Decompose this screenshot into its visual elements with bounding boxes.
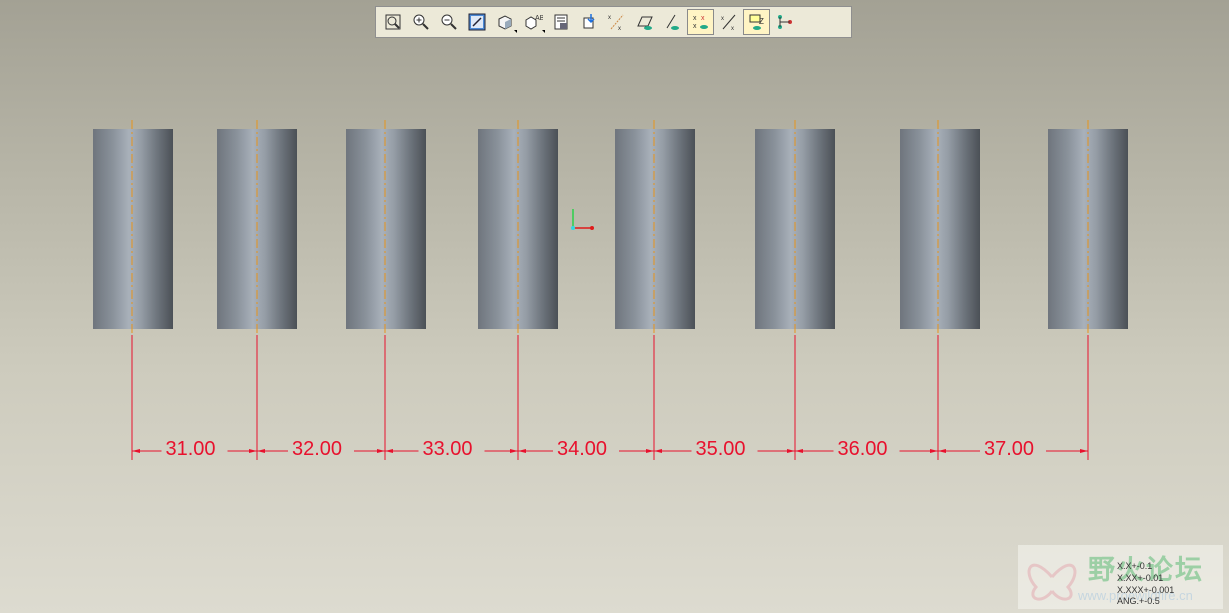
dimension-value[interactable]: 32.00 [292, 438, 342, 461]
coordinate-system-icon [571, 209, 594, 230]
dimension-arrow [787, 449, 795, 453]
butterfly-logo-icon [1027, 563, 1077, 601]
dimension-arrow [518, 449, 526, 453]
dimension-value[interactable]: 33.00 [423, 438, 473, 461]
dimension-arrow [132, 449, 140, 453]
dimension-value[interactable]: 37.00 [984, 438, 1034, 461]
tolerance-line-3: X.XXX+-0.001 [1117, 585, 1175, 595]
dimension-arrow [938, 449, 946, 453]
dimension-arrow [385, 449, 393, 453]
dimension-value[interactable]: 34.00 [557, 438, 607, 461]
dimension-arrow [510, 449, 518, 453]
dimension-arrow [249, 449, 257, 453]
dimension-arrow [654, 449, 662, 453]
dimension-arrow [377, 449, 385, 453]
tolerance-line-2: X.XX+-0.01 [1117, 573, 1164, 583]
dimension-arrow [795, 449, 803, 453]
dimension-overlay [131, 120, 1089, 460]
dimension-arrow [257, 449, 265, 453]
dimension-value[interactable]: 36.00 [838, 438, 888, 461]
tolerance-line-1: X.X+-0.1 [1117, 561, 1153, 571]
dimension-arrow [646, 449, 654, 453]
dimension-arrow [1080, 449, 1088, 453]
dimension-value[interactable]: 35.00 [696, 438, 746, 461]
dimension-value[interactable]: 31.00 [166, 438, 216, 461]
dimension-arrow [930, 449, 938, 453]
tolerance-line-4: ANG.+-0.5 [1117, 596, 1160, 606]
